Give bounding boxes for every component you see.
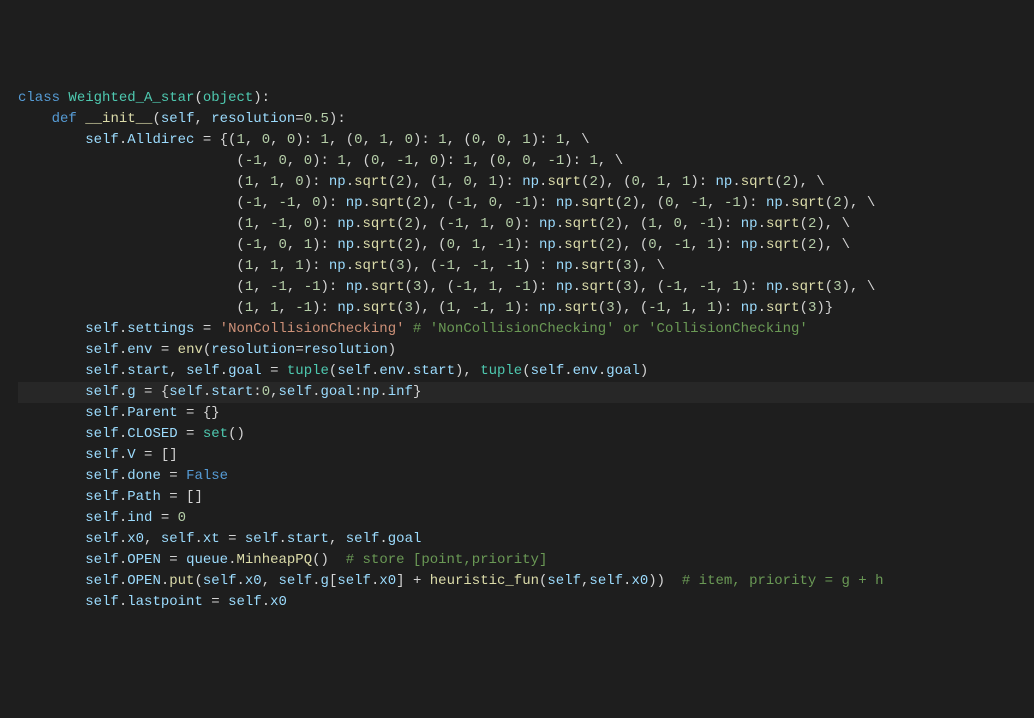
comment: # item, priority = g + h <box>682 573 884 589</box>
code-line: (-1, 0, 1): np.sqrt(2), (0, 1, -1): np.s… <box>18 237 850 253</box>
code-line: (1, -1, -1): np.sqrt(3), (-1, 1, -1): np… <box>18 279 875 295</box>
code-line: (1, 1, 1): np.sqrt(3), (-1, -1, -1) : np… <box>18 258 665 274</box>
code-line: self.OPEN = queue.MinheapPQ() # store [p… <box>18 552 547 568</box>
code-line: self.Parent = {} <box>18 405 220 421</box>
comment: # store [point,priority] <box>346 552 548 568</box>
code-line: self.env = env(resolution=resolution) <box>18 342 396 358</box>
code-line: self.done = False <box>18 468 228 484</box>
code-line: class Weighted_A_star(object): <box>18 90 270 106</box>
code-line: def __init__(self, resolution=0.5): <box>18 111 346 127</box>
code-line: (1, 1, -1): np.sqrt(3), (1, -1, 1): np.s… <box>18 300 833 316</box>
code-line: self.x0, self.xt = self.start, self.goal <box>18 531 421 547</box>
code-line: self.Path = [] <box>18 489 203 505</box>
code-line-highlighted: self.g = {self.start:0,self.goal:np.inf} <box>18 382 1034 403</box>
code-line: (1, 1, 0): np.sqrt(2), (1, 0, 1): np.sqr… <box>18 174 825 190</box>
code-line: self.Alldirec = {(1, 0, 0): 1, (0, 1, 0)… <box>18 132 590 148</box>
code-line: self.V = [] <box>18 447 178 463</box>
code-editor[interactable]: class Weighted_A_star(object): def __ini… <box>18 88 1034 613</box>
code-line: self.start, self.goal = tuple(self.env.s… <box>18 363 648 379</box>
code-line: (-1, 0, 0): 1, (0, -1, 0): 1, (0, 0, -1)… <box>18 153 623 169</box>
keyword: class <box>18 90 60 106</box>
code-line: (1, -1, 0): np.sqrt(2), (-1, 1, 0): np.s… <box>18 216 850 232</box>
code-line: self.lastpoint = self.x0 <box>18 594 287 610</box>
class-name: Weighted_A_star <box>68 90 194 106</box>
code-line: self.OPEN.put(self.x0, self.g[self.x0] +… <box>18 573 884 589</box>
comment: # 'NonCollisionChecking' or 'CollisionCh… <box>413 321 808 337</box>
code-line: self.CLOSED = set() <box>18 426 245 442</box>
code-line: self.settings = 'NonCollisionChecking' #… <box>18 321 808 337</box>
code-line: (-1, -1, 0): np.sqrt(2), (-1, 0, -1): np… <box>18 195 875 211</box>
method-name: __init__ <box>85 111 152 127</box>
code-line: self.ind = 0 <box>18 510 186 526</box>
